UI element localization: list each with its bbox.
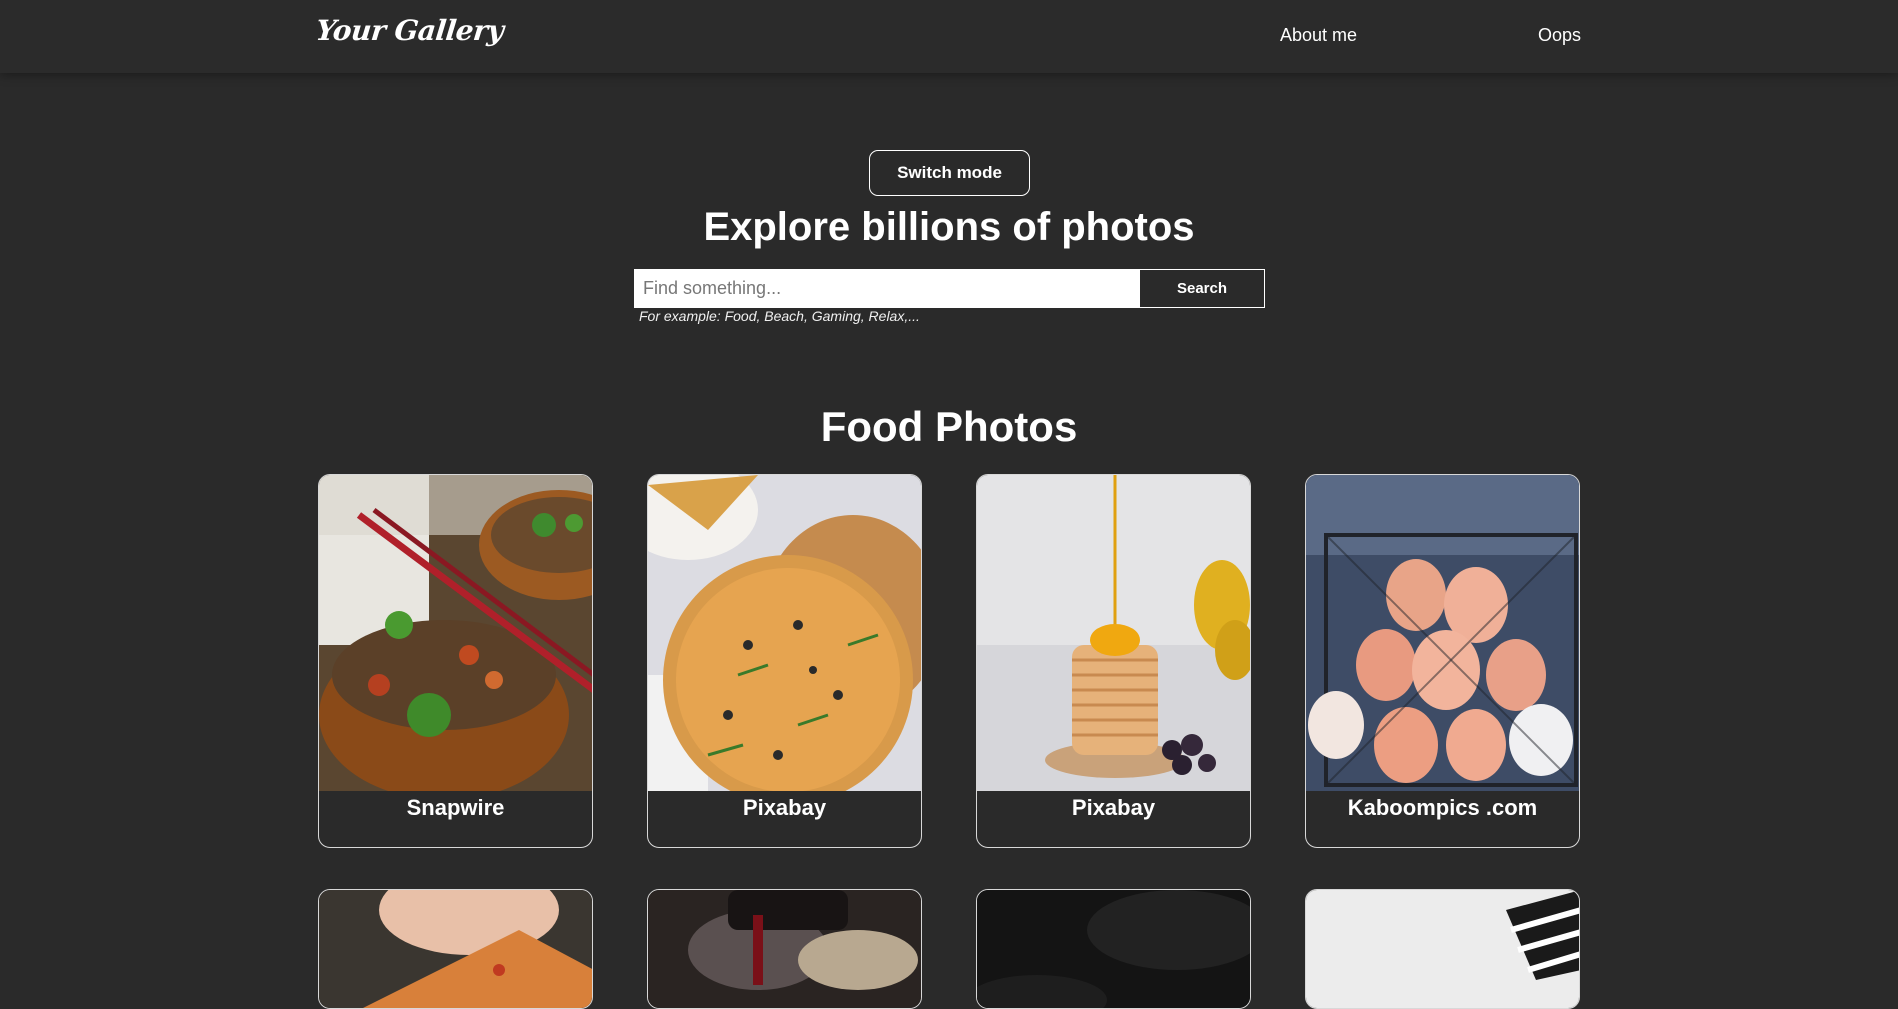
photo-card[interactable]: [1305, 889, 1580, 1009]
noodle-bowl-image: [319, 475, 592, 791]
nav-link-oops[interactable]: Oops: [1538, 25, 1581, 46]
search-button[interactable]: Search: [1139, 269, 1265, 308]
search-hint: For example: Food, Beach, Gaming, Relax,…: [639, 308, 920, 324]
photo-card[interactable]: [647, 889, 922, 1009]
photo-credit: Kaboompics .com: [1347, 795, 1538, 820]
pizza-slice-image: [319, 890, 592, 1008]
nav-link-about-me[interactable]: About me: [1280, 25, 1357, 46]
photo-card[interactable]: [318, 889, 593, 1009]
eggs-basket-image: [1306, 475, 1579, 791]
photo-credit: Pixabay: [1071, 795, 1156, 820]
pancakes-image: [977, 475, 1250, 791]
striped-cloth-image: [1306, 890, 1579, 1008]
search-input[interactable]: [634, 269, 1139, 308]
dark-food-image: [977, 890, 1250, 1008]
photo-card[interactable]: Pixabay: [647, 474, 922, 848]
photo-card[interactable]: Snapwire: [318, 474, 593, 848]
switch-mode-button[interactable]: Switch mode: [869, 150, 1030, 196]
photo-card[interactable]: Kaboompics .com: [1305, 474, 1580, 848]
wine-pour-image: [648, 890, 921, 1008]
photo-card[interactable]: [976, 889, 1251, 1009]
photo-credit: Snapwire: [406, 795, 505, 820]
photo-credit: Pixabay: [742, 795, 827, 820]
site-logo[interactable]: Your Gallery: [314, 14, 505, 47]
section-title: Food Photos: [820, 403, 1078, 450]
photo-card[interactable]: Pixabay: [976, 474, 1251, 848]
hero-title: Explore billions of photos: [703, 205, 1195, 249]
navbar: Your Gallery About me Oops: [0, 0, 1898, 73]
pizza-image: [648, 475, 921, 791]
